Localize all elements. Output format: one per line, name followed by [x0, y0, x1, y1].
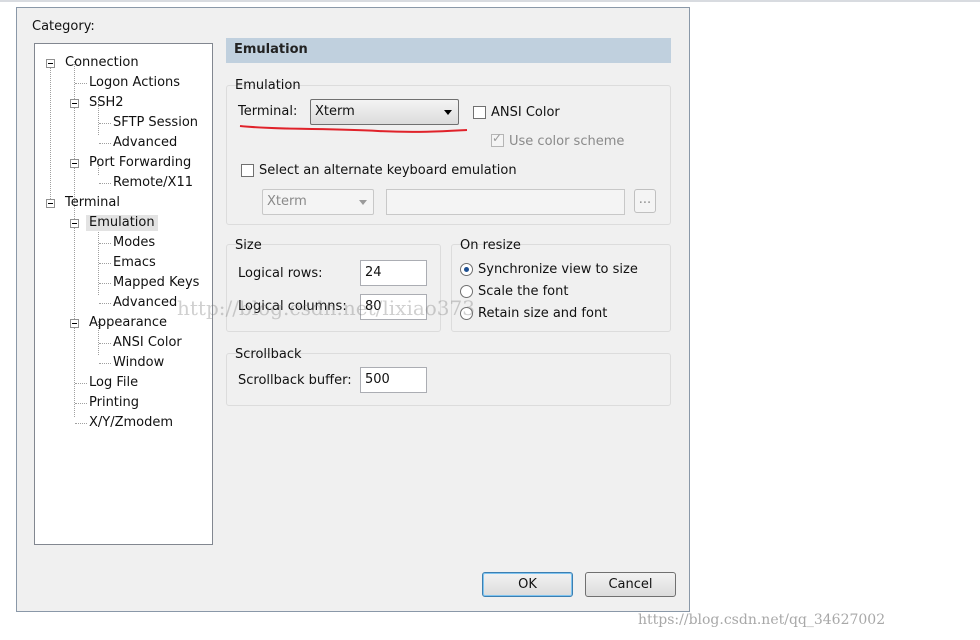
terminal-label: Terminal: — [238, 104, 298, 119]
category-tree[interactable]: Connection Logon Actions SSH2 SFTP Sessi… — [34, 43, 213, 545]
tree-item-emulation-advanced[interactable]: Advanced — [113, 295, 177, 311]
tree-line — [99, 183, 111, 184]
tree-item-ssh2-advanced[interactable]: Advanced — [113, 135, 177, 151]
emulation-group-label: Emulation — [235, 78, 301, 93]
panel-title: Emulation — [234, 42, 308, 57]
tree-line — [99, 343, 111, 344]
tree-line — [99, 363, 111, 364]
alternate-keyboard-label: Select an alternate keyboard emulation — [259, 163, 517, 178]
tree-item-remote-x11[interactable]: Remote/X11 — [113, 175, 193, 191]
session-options-dialog: Category: Connection Logon Actions SSH2 … — [16, 7, 690, 612]
collapse-icon[interactable] — [46, 199, 55, 208]
checkmark-icon: ✓ — [492, 131, 503, 145]
tree-item-ansi-color[interactable]: ANSI Color — [113, 335, 182, 351]
scrollback-group-label: Scrollback — [235, 347, 302, 362]
tree-line — [99, 303, 111, 304]
tree-item-emacs[interactable]: Emacs — [113, 255, 156, 271]
tree-item-appearance[interactable]: Appearance — [89, 315, 167, 331]
top-border — [0, 0, 980, 2]
alternate-keyboard-dropdown[interactable]: Xterm — [262, 189, 374, 215]
corner-watermark-text: https://blog.csdn.net/qq_34627002 — [638, 612, 886, 628]
tree-item-terminal[interactable]: Terminal — [65, 195, 120, 211]
cancel-button[interactable]: Cancel — [585, 572, 676, 597]
logical-rows-input[interactable]: 24 — [360, 260, 427, 286]
tree-line — [99, 283, 111, 284]
tree-item-xyzmodem[interactable]: X/Y/Zmodem — [89, 415, 173, 431]
terminal-type-value: Xterm — [315, 104, 355, 119]
scrollback-buffer-input[interactable]: 500 — [360, 367, 427, 393]
logical-rows-label: Logical rows: — [238, 266, 323, 281]
collapse-icon[interactable] — [46, 59, 55, 68]
tree-line — [75, 403, 87, 404]
tree-item-log-file[interactable]: Log File — [89, 375, 138, 391]
synchronize-view-radio[interactable] — [460, 263, 473, 276]
tree-item-emulation[interactable]: Emulation — [86, 215, 158, 231]
scale-font-label: Scale the font — [478, 284, 569, 299]
size-group-label: Size — [235, 238, 262, 253]
tree-line — [99, 143, 111, 144]
tree-line — [75, 423, 87, 424]
collapse-icon[interactable] — [70, 159, 79, 168]
on-resize-group-label: On resize — [460, 238, 521, 253]
synchronize-view-label: Synchronize view to size — [478, 262, 638, 277]
retain-size-label: Retain size and font — [478, 306, 608, 321]
browse-button[interactable]: ... — [634, 189, 656, 213]
watermark-text: http://blog.csdn.net/lixiao373 — [177, 296, 475, 320]
tree-item-window[interactable]: Window — [113, 355, 164, 371]
ok-button[interactable]: OK — [482, 572, 573, 597]
tree-item-connection[interactable]: Connection — [65, 55, 139, 71]
tree-line — [75, 83, 87, 84]
chevron-down-icon — [444, 110, 452, 115]
tree-item-port-forwarding[interactable]: Port Forwarding — [89, 155, 191, 171]
tree-item-logon-actions[interactable]: Logon Actions — [89, 75, 180, 91]
tree-line — [99, 243, 111, 244]
tree-item-printing[interactable]: Printing — [89, 395, 139, 411]
alternate-keyboard-checkbox[interactable] — [241, 164, 254, 177]
tree-line — [50, 61, 51, 203]
panel-header: Emulation — [226, 38, 671, 63]
tree-item-mapped-keys[interactable]: Mapped Keys — [113, 275, 199, 291]
use-color-scheme-checkbox[interactable]: ✓ — [491, 131, 504, 147]
tree-item-modes[interactable]: Modes — [113, 235, 155, 251]
scrollback-buffer-label: Scrollback buffer: — [238, 373, 352, 388]
red-annotation-underline — [239, 125, 468, 133]
collapse-icon[interactable] — [70, 99, 79, 108]
ansi-color-label: ANSI Color — [491, 105, 560, 120]
category-label: Category: — [32, 19, 95, 34]
use-color-scheme-label: Use color scheme — [509, 134, 625, 149]
tree-line — [75, 383, 87, 384]
tree-line — [99, 123, 111, 124]
collapse-icon[interactable] — [70, 319, 79, 328]
chevron-down-icon — [359, 200, 367, 205]
collapse-icon[interactable] — [70, 219, 79, 228]
keyboard-file-path-field[interactable] — [386, 189, 625, 215]
ansi-color-checkbox[interactable] — [473, 106, 486, 119]
tree-line — [99, 263, 111, 264]
tree-line — [74, 201, 75, 417]
alternate-keyboard-value: Xterm — [267, 194, 307, 209]
tree-item-sftp-session[interactable]: SFTP Session — [113, 115, 198, 131]
tree-item-ssh2[interactable]: SSH2 — [89, 95, 124, 111]
